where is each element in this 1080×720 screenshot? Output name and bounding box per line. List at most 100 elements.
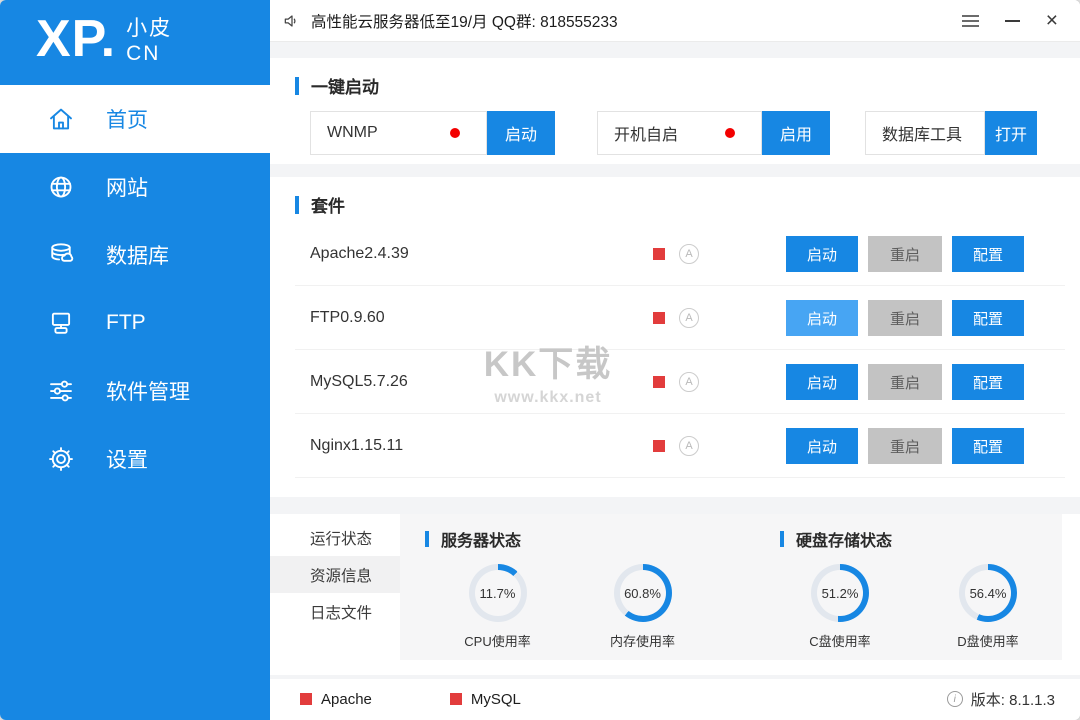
info-icon: i (946, 691, 963, 707)
circled-a-icon: A (679, 308, 699, 328)
suite-rows: Apache2.4.39 A 启动 重启 配置 FTP0.9.60 A 启动 重… (295, 222, 1080, 478)
promo-banner-text: 高性能云服务器低至19/月 QQ群: 818555233 (311, 13, 618, 31)
sidebar-item-home[interactable]: 首页 (0, 85, 270, 153)
legend-apache: Apache (300, 691, 372, 708)
suite-section: 套件 Apache2.4.39 A 启动 重启 配置 FTP0.9.60 A 启… (270, 177, 1080, 497)
disk-status-section: 硬盘存储状态 51.2% C盘使用率 56.4% D盘使用率 (755, 527, 1062, 660)
ftp-icon (46, 308, 76, 338)
version-text: 版本: 8.1.1.3 (970, 691, 1055, 709)
restart-mysql-button[interactable]: 重启 (868, 364, 942, 400)
sidebar-item-label: 网站 (106, 177, 148, 200)
title-accent-bar (295, 195, 299, 214)
cpu-donut: 11.7% (468, 564, 527, 622)
stopped-indicator-icon (653, 440, 665, 452)
cpu-gauge: 11.7% CPU使用率 (425, 564, 570, 650)
service-name: Nginx1.15.11 (310, 436, 404, 454)
sidebar-menu: 首页 网站 数据库 FTP 软件管理 设置 (0, 85, 270, 493)
status-dot-red (725, 128, 735, 138)
title-accent-bar (295, 76, 299, 95)
circled-a-icon: A (679, 244, 699, 264)
suite-title: 套件 (295, 192, 1080, 217)
start-wnmp-button[interactable]: 启动 (487, 111, 555, 155)
disk-d-gauge: 56.4% D盘使用率 (914, 564, 1062, 650)
enable-autostart-button[interactable]: 启用 (762, 111, 830, 155)
memory-donut: 60.8% (613, 564, 672, 622)
service-name: FTP0.9.60 (310, 308, 385, 326)
start-ftp-button[interactable]: 启动 (786, 300, 858, 336)
version-info: i 版本: 8.1.1.3 (946, 689, 1055, 710)
server-status-section: 服务器状态 11.7% CPU使用率 60.8% 内存使用率 (400, 527, 755, 660)
quick-start-title: 一键启动 (295, 73, 1080, 98)
suite-row-ftp: FTP0.9.60 A 启动 重启 配置 (295, 286, 1065, 350)
menu-icon[interactable] (961, 14, 979, 27)
sidebar-item-label: 设置 (106, 449, 148, 472)
config-ftp-button[interactable]: 配置 (952, 300, 1024, 336)
status-tabs: 运行状态 资源信息 日志文件 (270, 514, 400, 660)
minimize-button[interactable] (1004, 19, 1020, 22)
tab-resource-info[interactable]: 资源信息 (270, 556, 400, 593)
database-icon (46, 240, 76, 270)
logo-main-text: XP. (36, 10, 117, 68)
sidebar-item-ftp[interactable]: FTP (0, 289, 270, 357)
config-nginx-button[interactable]: 配置 (952, 428, 1024, 464)
stopped-indicator-icon (653, 376, 665, 388)
memory-gauge: 60.8% 内存使用率 (570, 564, 715, 650)
start-nginx-button[interactable]: 启动 (786, 428, 858, 464)
sidebar-item-label: 数据库 (106, 245, 169, 268)
stopped-indicator-icon (653, 248, 665, 260)
sliders-icon (46, 376, 76, 406)
globe-icon (46, 172, 76, 202)
autostart-group: 开机自启 启用 (597, 111, 830, 155)
window-controls: × (961, 10, 1058, 31)
circled-a-icon: A (679, 436, 699, 456)
stopped-indicator-icon (653, 312, 665, 324)
start-apache-button[interactable]: 启动 (786, 236, 858, 272)
server-gauges: 11.7% CPU使用率 60.8% 内存使用率 (425, 564, 755, 650)
spacer (270, 660, 1080, 675)
sidebar-item-label: 首页 (106, 109, 148, 132)
start-mysql-button[interactable]: 启动 (786, 364, 858, 400)
sidebar: XP. 小皮 CN 首页 网站 数据库 FTP 软件管理 设置 (0, 0, 270, 720)
sidebar-item-website[interactable]: 网站 (0, 153, 270, 221)
resource-panel: 服务器状态 11.7% CPU使用率 60.8% 内存使用率 硬盘存储状态 51… (400, 514, 1062, 660)
disk-d-donut: 56.4% (959, 564, 1017, 622)
disk-gauges: 51.2% C盘使用率 56.4% D盘使用率 (766, 564, 1062, 650)
service-name: Apache2.4.39 (310, 244, 409, 262)
restart-apache-button[interactable]: 重启 (868, 236, 942, 272)
sidebar-item-database[interactable]: 数据库 (0, 221, 270, 289)
sidebar-item-settings[interactable]: 设置 (0, 425, 270, 493)
restart-ftp-button[interactable]: 重启 (868, 300, 942, 336)
quick-start-section: 一键启动 WNMP 启动 开机自启 启用 数据库工具 打开 (270, 58, 1080, 164)
restart-nginx-button[interactable]: 重启 (868, 428, 942, 464)
title-accent-bar (780, 531, 784, 547)
tab-running-status[interactable]: 运行状态 (270, 519, 400, 556)
config-apache-button[interactable]: 配置 (952, 236, 1024, 272)
section-separator (270, 164, 1080, 177)
disk-status-title: 硬盘存储状态 (780, 527, 1062, 551)
tab-log-files[interactable]: 日志文件 (270, 593, 400, 630)
title-bar: 高性能云服务器低至19/月 QQ群: 818555233 × (270, 0, 1080, 42)
disk-c-donut: 51.2% (811, 564, 869, 622)
status-area: 运行状态 资源信息 日志文件 服务器状态 11.7% CPU使用率 60.8% … (270, 514, 1080, 660)
sidebar-item-label: 软件管理 (106, 381, 190, 404)
circled-a-icon: A (679, 372, 699, 392)
wnmp-group: WNMP 启动 (310, 111, 555, 155)
sidebar-item-software[interactable]: 软件管理 (0, 357, 270, 425)
suite-row-nginx: Nginx1.15.11 A 启动 重启 配置 (295, 414, 1065, 478)
status-dot-red (450, 128, 460, 138)
suite-row-apache: Apache2.4.39 A 启动 重启 配置 (295, 222, 1065, 286)
main-area: 高性能云服务器低至19/月 QQ群: 818555233 × 一键启动 WNMP (270, 0, 1080, 720)
speaker-icon (282, 11, 302, 31)
sidebar-item-label: FTP (106, 311, 146, 334)
quick-start-row: WNMP 启动 开机自启 启用 数据库工具 打开 (295, 111, 1080, 155)
phpstudy-window: XP. 小皮 CN 首页 网站 数据库 FTP 软件管理 设置 高性能云服务器低… (0, 0, 1080, 720)
config-mysql-button[interactable]: 配置 (952, 364, 1024, 400)
db-tool-box: 数据库工具 (865, 111, 985, 155)
title-accent-bar (425, 531, 429, 547)
stopped-indicator-icon (300, 693, 312, 705)
disk-c-gauge: 51.2% C盘使用率 (766, 564, 914, 650)
stopped-indicator-icon (449, 693, 462, 705)
open-db-tool-button[interactable]: 打开 (985, 111, 1037, 155)
close-button[interactable]: × (1046, 10, 1058, 31)
home-icon (46, 104, 76, 134)
